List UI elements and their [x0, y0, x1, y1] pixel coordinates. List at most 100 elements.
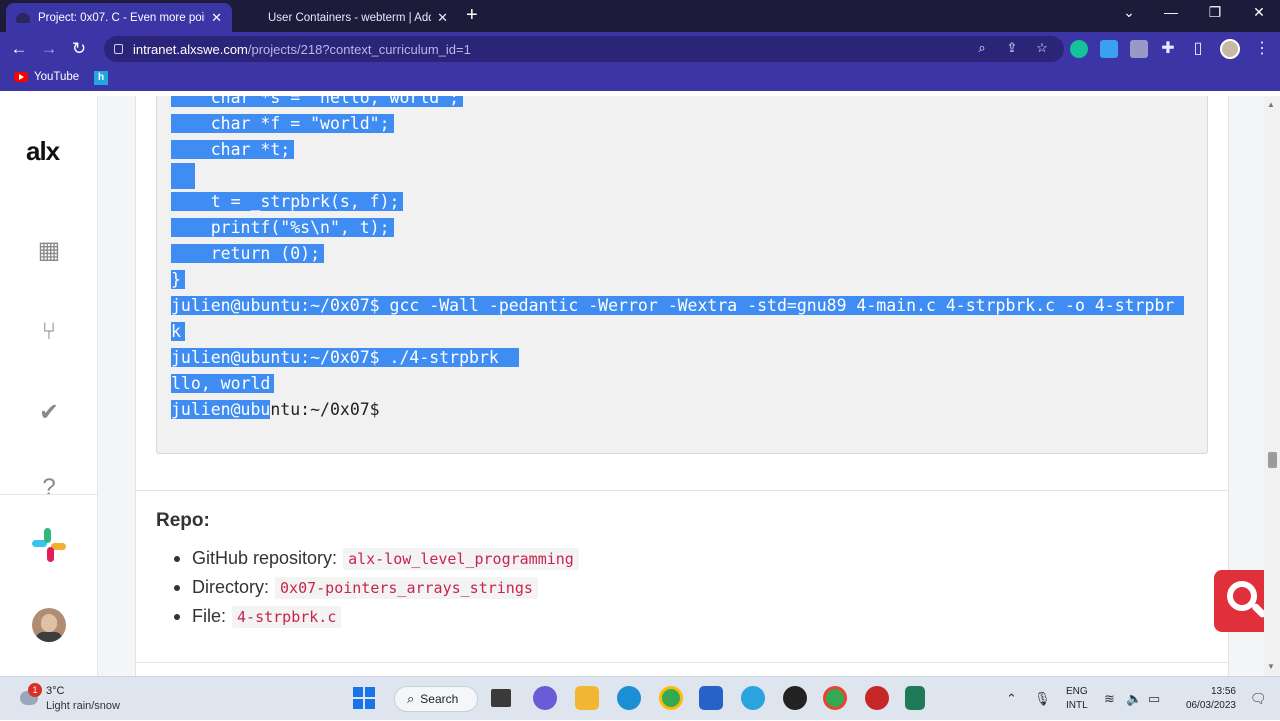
code-line: }: [171, 270, 185, 289]
chrome-profile-icon[interactable]: [823, 686, 847, 710]
check-icon[interactable]: ✔: [30, 398, 68, 427]
taskbar-search-label: Search: [420, 692, 459, 706]
bookmark-youtube[interactable]: YouTube: [14, 71, 79, 83]
sidebar-divider: [0, 494, 97, 495]
bookmark-star-icon[interactable]: ☆: [1032, 40, 1052, 56]
weather-temp: 3°C: [46, 685, 65, 697]
forward-button[interactable]: →: [38, 38, 60, 60]
calendar-icon[interactable]: ▦: [30, 236, 68, 265]
code-line: char *s = "hello, world";: [171, 96, 464, 107]
minimize-button[interactable]: —: [1156, 4, 1186, 20]
reload-button[interactable]: ↻: [68, 38, 90, 60]
edge-browser-icon[interactable]: [617, 686, 641, 710]
lang-line1: ENG: [1066, 686, 1088, 697]
wifi-icon[interactable]: ≋: [1104, 691, 1115, 707]
list-item: File: 4-strpbrk.c: [174, 602, 579, 631]
browser-menu-icon[interactable]: ⋮: [1252, 38, 1272, 58]
project-card: char *s = "hello, world"; char *f = "wor…: [135, 96, 1264, 676]
repo-label: Directory:: [192, 577, 270, 597]
grammarly-extension-icon[interactable]: [1070, 40, 1088, 58]
clock-date: 06/03/2023: [1185, 700, 1236, 711]
weather-badge: 1: [28, 683, 42, 697]
microphone-icon[interactable]: 🎙: [1034, 691, 1051, 707]
store-icon[interactable]: [699, 686, 723, 710]
youtube-icon: [14, 72, 28, 82]
pocket-casts-icon[interactable]: [865, 686, 889, 710]
list-item: Directory: 0x07-pointers_arrays_strings: [174, 573, 579, 602]
telegram-icon[interactable]: [741, 686, 765, 710]
alx-favicon-icon: [16, 12, 30, 23]
profile-avatar[interactable]: [1220, 39, 1240, 59]
lock-icon: [114, 44, 123, 54]
tab-search-chevron-icon[interactable]: ⌄: [1114, 4, 1144, 21]
h-icon: h: [94, 71, 108, 85]
repo-label: File:: [192, 606, 227, 626]
code-line: t = _strpbrk(s, f);: [171, 192, 404, 211]
extension-icon[interactable]: [1100, 40, 1118, 58]
page-scrollbar[interactable]: ▲ ▼: [1264, 96, 1280, 676]
close-window-button[interactable]: ✕: [1244, 4, 1274, 21]
windows-start-icon[interactable]: [353, 687, 375, 709]
file-explorer-icon[interactable]: [575, 686, 599, 710]
chevron-up-icon[interactable]: ⌃: [1006, 691, 1017, 707]
address-bar[interactable]: intranet.alxswe.com/projects/218?context…: [104, 36, 1064, 62]
tab-webterm[interactable]: User Containers - webterm | Add ✕: [236, 3, 458, 32]
task-view-icon[interactable]: [491, 689, 511, 707]
volume-icon[interactable]: 🔈: [1126, 691, 1142, 707]
url-host: intranet.alxswe.com: [133, 41, 248, 57]
help-icon[interactable]: ?: [30, 474, 68, 494]
clock[interactable]: 13:56 06/03/2023: [1178, 685, 1236, 713]
repo-heading: Repo:: [156, 510, 210, 531]
repo-value: 4-strpbrk.c: [232, 605, 342, 628]
code-content[interactable]: char *s = "hello, world"; char *f = "wor…: [171, 96, 1185, 423]
clock-time: 13:56: [1210, 686, 1236, 697]
slack-icon[interactable]: [32, 528, 66, 562]
browser-toolbar: ← → ↻ intranet.alxswe.com/projects/218?c…: [0, 32, 1280, 66]
lang-line2: INTL: [1066, 700, 1088, 711]
notepad-icon[interactable]: [905, 686, 925, 710]
code-line-command: julien@ubuntu:~/0x07$ ./4-strpbrk: [171, 348, 519, 367]
close-icon[interactable]: ✕: [211, 10, 222, 26]
code-line: k: [171, 322, 185, 341]
code-line-output: llo, world: [171, 374, 275, 393]
extensions-puzzle-icon[interactable]: ✚: [1158, 38, 1178, 58]
code-line: char *f = "world";: [171, 114, 394, 133]
bookmark-label: YouTube: [34, 71, 80, 83]
code-block[interactable]: char *s = "hello, world"; char *f = "wor…: [156, 96, 1208, 454]
code-line: printf("%s\n", t);: [171, 218, 394, 237]
notification-icon[interactable]: 🗨: [1250, 691, 1267, 707]
zoom-icon[interactable]: ⌕: [972, 40, 992, 56]
repo-label: GitHub repository:: [192, 548, 338, 568]
code-line-command: julien@ubuntu:~/0x07$ gcc -Wall -pedanti…: [171, 296, 1185, 315]
code-line-prompt-rest: ntu:~/0x07$: [270, 400, 380, 419]
repo-value: 0x07-pointers_arrays_strings: [275, 576, 538, 599]
new-tab-button[interactable]: +: [466, 5, 478, 25]
chrome-browser-icon[interactable]: [659, 686, 683, 710]
bookmark-h[interactable]: h: [94, 71, 108, 85]
back-button[interactable]: ←: [8, 38, 30, 60]
side-panel-icon[interactable]: ▯: [1188, 38, 1208, 58]
battery-icon[interactable]: ▭: [1148, 691, 1160, 707]
repo-value: alx-low_level_programming: [343, 547, 579, 570]
section-divider: [136, 490, 1228, 491]
scroll-up-arrow-icon[interactable]: ▲: [1267, 100, 1275, 109]
app-icon[interactable]: [783, 686, 807, 710]
scroll-down-arrow-icon[interactable]: ▼: [1267, 662, 1275, 671]
taskbar-search[interactable]: ⌕ Search: [394, 686, 478, 712]
webterm-favicon-icon: [246, 12, 260, 23]
share-icon[interactable]: ⇪: [1002, 40, 1022, 56]
camera-extension-icon[interactable]: [1130, 40, 1148, 58]
search-fab-button[interactable]: [1214, 570, 1264, 632]
taskbar: 1 3°C Light rain/snow ⌕ Search ⌃ 🎙 ENG I…: [0, 676, 1280, 720]
git-branch-icon[interactable]: ⑂: [30, 318, 68, 346]
alx-logo[interactable]: alx: [26, 136, 60, 167]
avatar[interactable]: [32, 608, 66, 642]
main-content: char *s = "hello, world"; char *f = "wor…: [98, 96, 1264, 676]
tab-project[interactable]: Project: 0x07. C - Even more poir ✕: [6, 3, 232, 32]
scrollbar-thumb[interactable]: [1268, 452, 1277, 468]
close-icon[interactable]: ✕: [437, 10, 448, 26]
code-line-empty: [171, 163, 195, 189]
chat-icon[interactable]: [533, 686, 557, 710]
maximize-button[interactable]: ❐: [1200, 4, 1230, 21]
language-indicator[interactable]: ENG INTL: [1066, 685, 1088, 713]
